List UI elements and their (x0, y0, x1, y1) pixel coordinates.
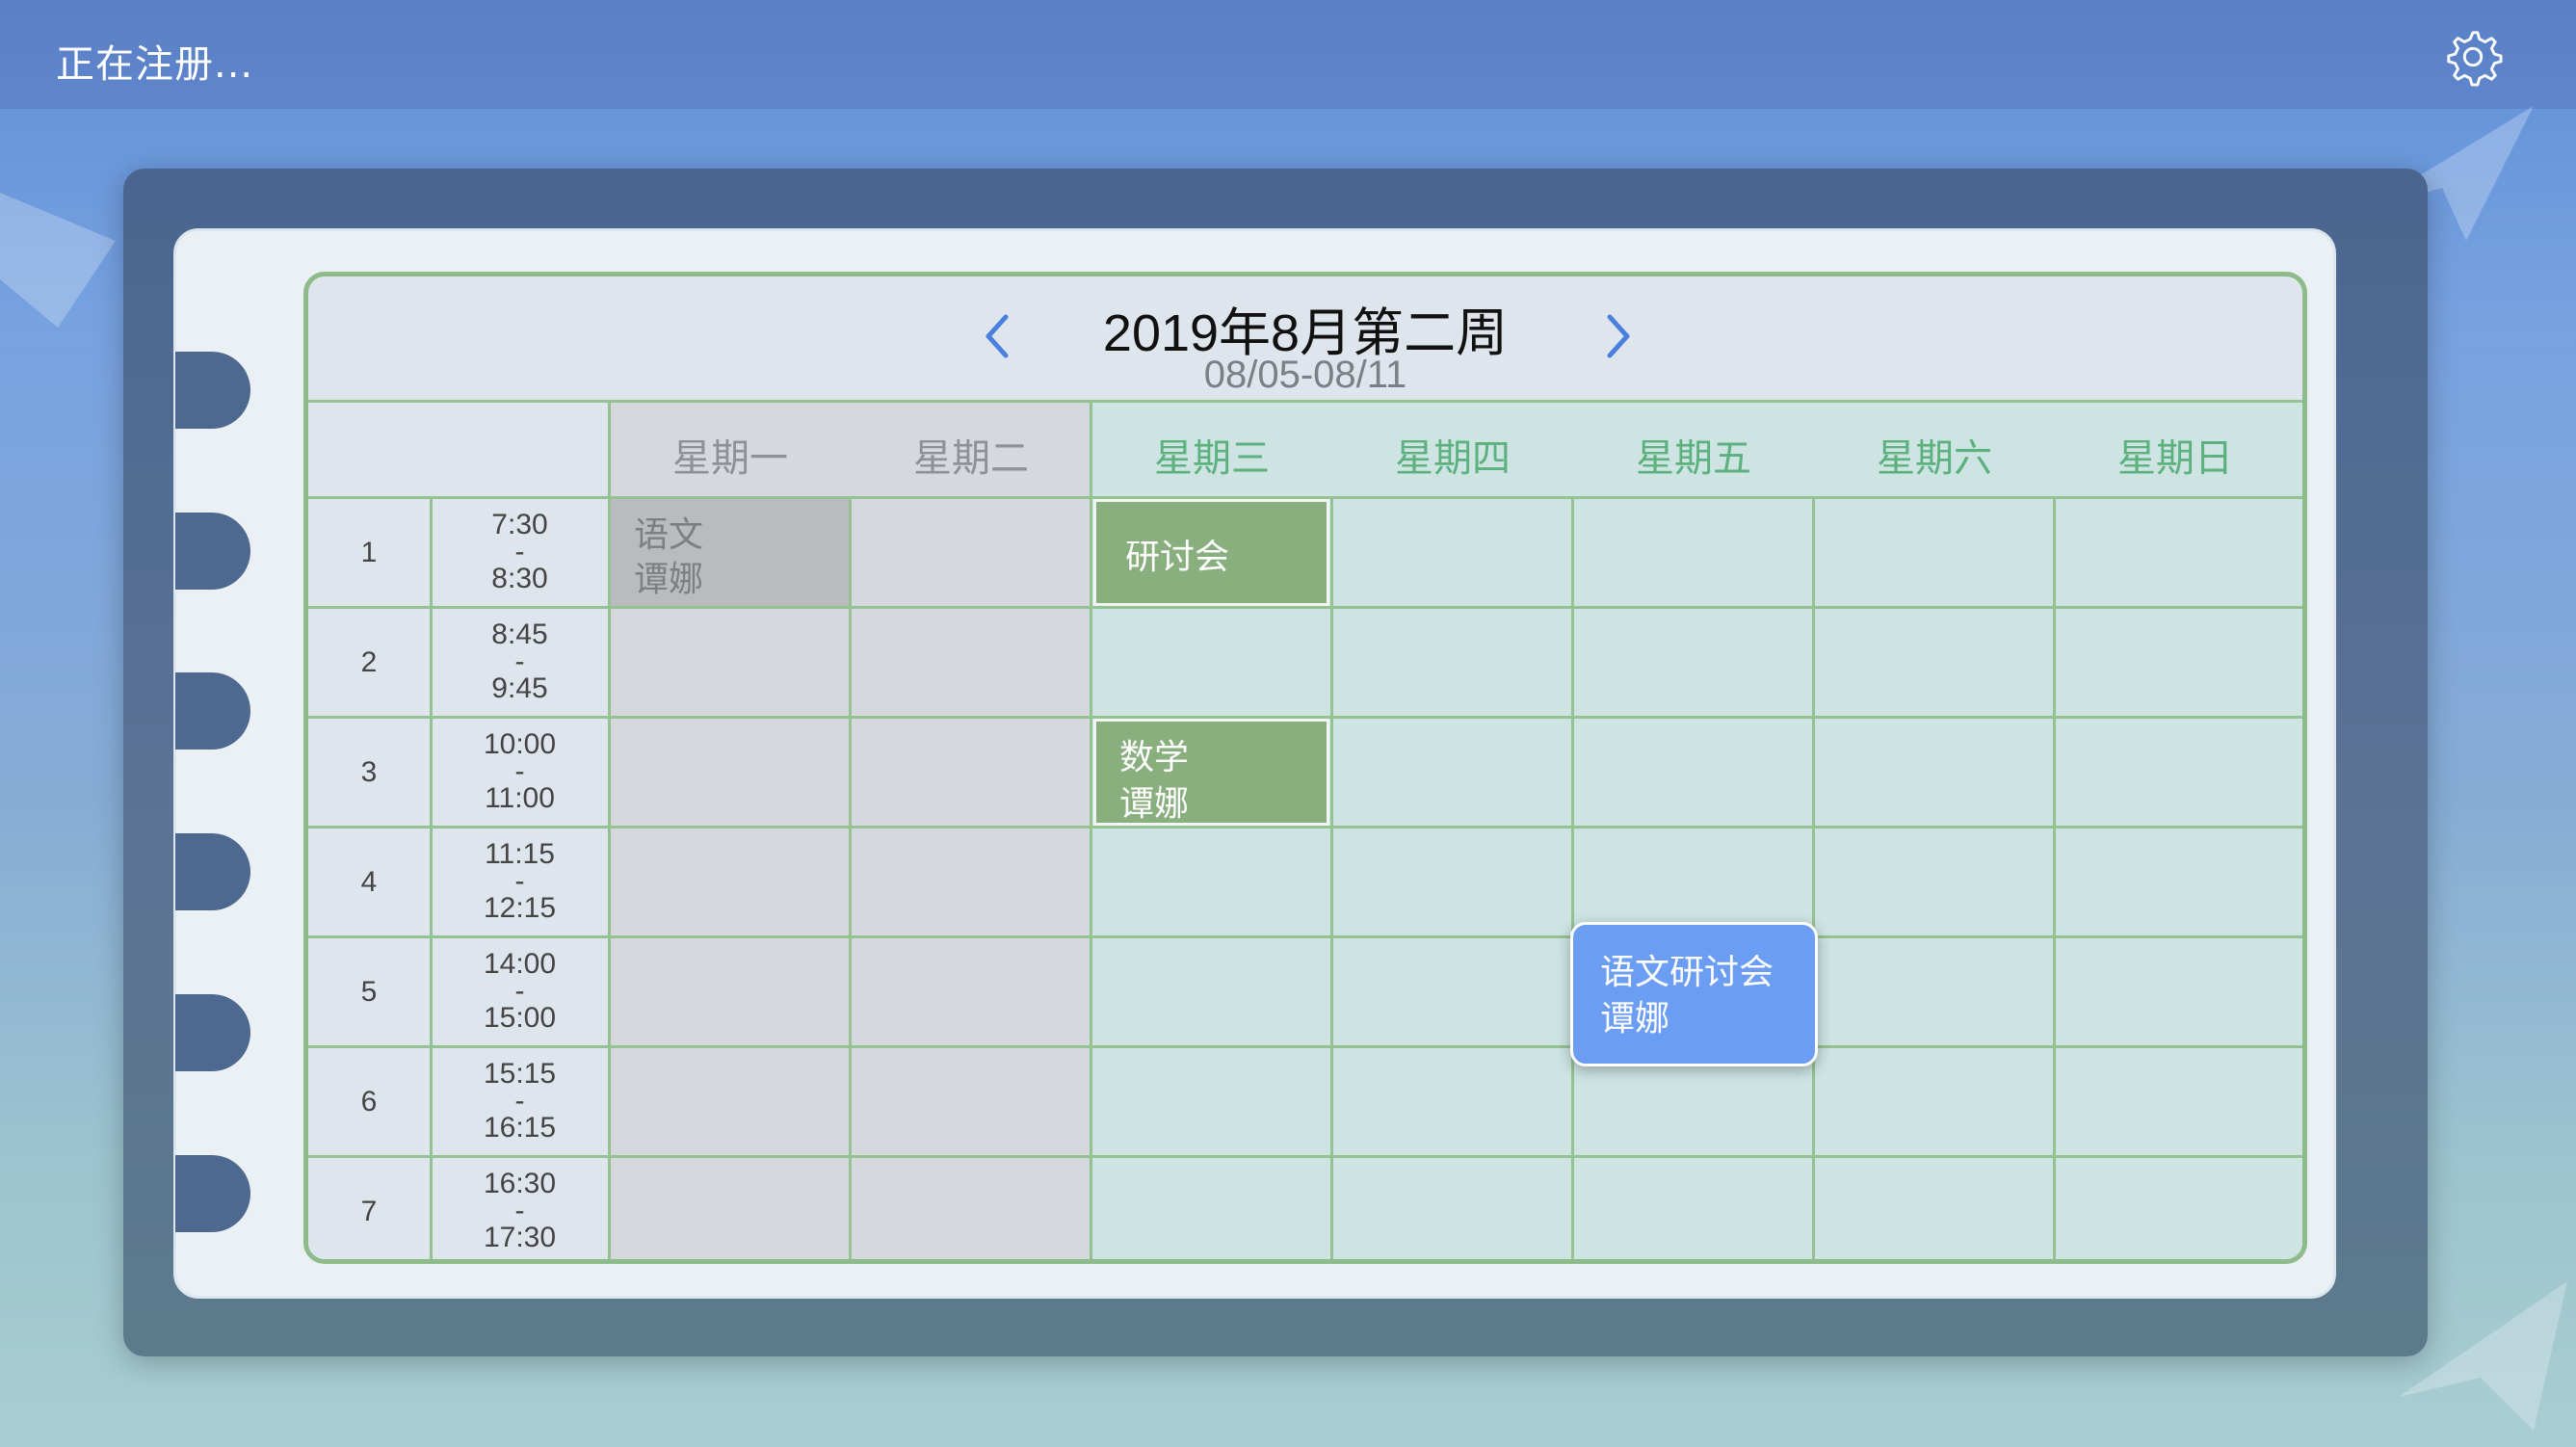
binder-hole (175, 672, 250, 750)
day-header-sun: 星期日 (2117, 436, 2233, 481)
corner-header (308, 402, 610, 498)
binder-hole (175, 1155, 250, 1232)
period-end: 11:00 (485, 782, 555, 814)
period-time: 11:15 - 12:15 (432, 838, 608, 924)
period-number: 6 (360, 1086, 378, 1118)
day-header-fri: 星期五 (1636, 436, 1751, 481)
grid-line (2053, 498, 2056, 1259)
period-end: 16:15 (483, 1112, 557, 1144)
period-time: 15:15 - 16:15 (432, 1058, 608, 1144)
period-start: 16:30 (483, 1168, 557, 1199)
period-sep: - (514, 1195, 525, 1226)
period-start: 11:15 (485, 838, 555, 870)
binder-hole (175, 833, 250, 910)
day-header-sat: 星期六 (1877, 436, 1992, 481)
grid-line (1090, 402, 1092, 1259)
binder-hole (175, 352, 250, 429)
period-sep: - (514, 865, 525, 897)
day-header-mon: 星期一 (672, 436, 788, 481)
event-title: 研讨会 (1125, 538, 1230, 577)
binder-hole (175, 513, 250, 590)
period-sep: - (514, 755, 525, 787)
period-number: 7 (360, 1196, 378, 1227)
decor-cap-icon (0, 193, 116, 328)
period-time: 16:30 - 17:30 (432, 1168, 608, 1253)
event-teacher: 谭娜 (634, 560, 704, 599)
period-sep: - (514, 536, 525, 567)
period-end: 9:45 (491, 672, 548, 704)
chevron-left-icon[interactable] (973, 307, 1021, 365)
period-time: 7:30 - 8:30 (432, 509, 608, 594)
period-sep: - (514, 975, 525, 1007)
event-wed-p1[interactable]: 研讨会 (1093, 499, 1329, 606)
period-start: 7:30 (491, 509, 548, 540)
timetable-grid: 星期一 星期二 星期三 星期四 星期五 星期六 星期日 1 7:30 - 8:3… (308, 400, 2302, 1259)
period-end: 12:15 (483, 892, 557, 924)
day-header-tue: 星期二 (913, 436, 1029, 481)
event-title: 数学 (1119, 738, 1190, 777)
top-bar: 正在注册... (0, 0, 2576, 109)
period-number: 1 (360, 537, 378, 568)
chevron-right-icon[interactable] (1594, 307, 1643, 365)
period-end: 8:30 (491, 563, 548, 594)
period-number: 5 (360, 976, 378, 1008)
period-number: 3 (360, 756, 378, 788)
day-header-thu: 星期四 (1395, 436, 1511, 481)
event-teacher: 谭娜 (1600, 999, 1670, 1039)
day-header-wed: 星期三 (1154, 436, 1270, 481)
period-time: 8:45 - 9:45 (432, 618, 608, 704)
status-text: 正在注册... (56, 42, 254, 87)
period-start: 14:00 (483, 948, 557, 980)
event-mon-p1[interactable]: 语文 谭娜 (611, 499, 849, 606)
grid-line (1571, 498, 1574, 1259)
period-sep: - (514, 1085, 525, 1117)
event-fri-p5[interactable]: 语文研讨会 谭娜 (1570, 922, 1818, 1066)
binder-hole (175, 994, 250, 1071)
period-end: 15:00 (483, 1002, 557, 1034)
period-start: 10:00 (483, 728, 557, 760)
period-time: 10:00 - 11:00 (432, 728, 608, 814)
grid-line (1330, 498, 1333, 1259)
gear-icon[interactable] (2443, 27, 2503, 87)
timetable: 2019年8月第二周 08/05-08/11 星期一 星期二 星期三 星期四 星… (303, 272, 2307, 1264)
period-number: 2 (360, 646, 378, 678)
grid-line (1812, 498, 1815, 1259)
period-sep: - (514, 645, 525, 677)
period-number: 4 (360, 866, 378, 898)
event-teacher: 谭娜 (1119, 784, 1190, 824)
period-start: 8:45 (491, 618, 548, 650)
event-wed-p3[interactable]: 数学 谭娜 (1093, 719, 1329, 826)
period-end: 17:30 (483, 1222, 557, 1253)
week-range: 08/05-08/11 (1203, 354, 1407, 396)
grid-line (849, 498, 852, 1259)
event-title: 语文 (634, 515, 704, 555)
period-time: 14:00 - 15:00 (432, 948, 608, 1034)
period-start: 15:15 (483, 1058, 557, 1090)
event-title: 语文研讨会 (1600, 953, 1774, 992)
